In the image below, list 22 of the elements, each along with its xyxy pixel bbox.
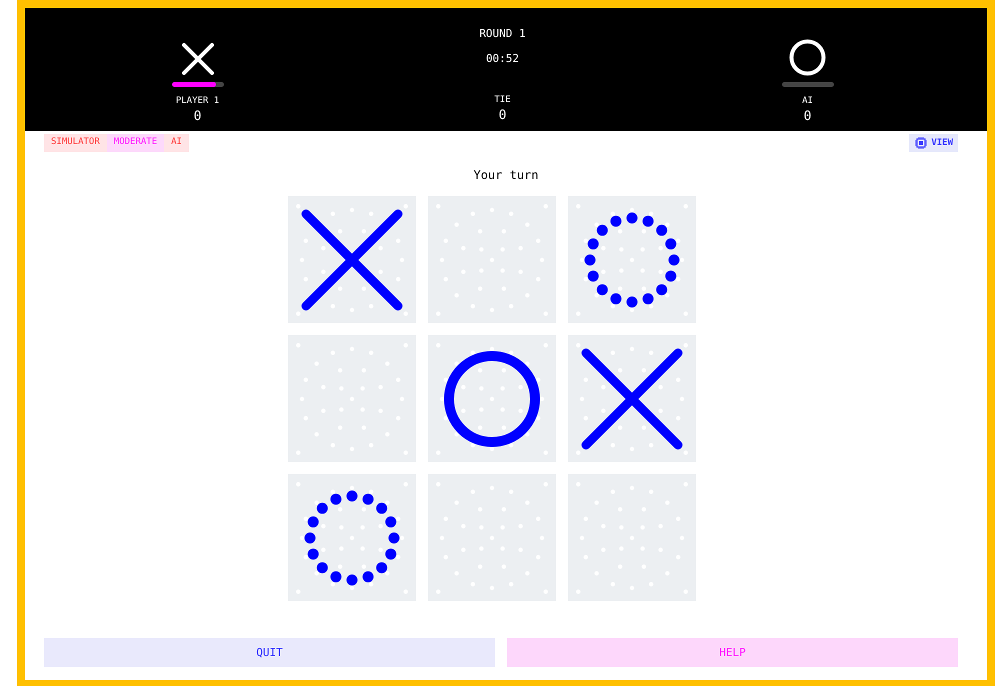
board-cell[interactable] [568, 335, 696, 462]
player-score: 0 [194, 109, 202, 124]
player-score: 0 [804, 109, 812, 124]
mode-tag: AI [164, 134, 189, 152]
turn-status: Your turn [472, 168, 540, 182]
player-name: AI [802, 96, 813, 107]
mode-tag: SIMULATOR [44, 134, 107, 152]
quit-button[interactable]: QUIT [44, 638, 495, 667]
view-button[interactable]: VIEW [909, 134, 958, 152]
board-cell[interactable] [288, 474, 416, 601]
tie-label: TIE [494, 95, 511, 106]
mode-tag: MODERATE [106, 134, 164, 152]
tie-score: 0 [498, 108, 506, 123]
round-label: ROUND 1 [479, 27, 526, 40]
timer: 00:52 [486, 52, 520, 65]
chip-icon [914, 136, 928, 150]
player-name: PLAYER 1 [176, 96, 220, 107]
board-cell[interactable] [288, 196, 416, 323]
board-cell[interactable] [568, 196, 696, 323]
x-icon [180, 42, 214, 76]
circle-icon [789, 39, 826, 76]
board-cell[interactable] [428, 335, 556, 462]
